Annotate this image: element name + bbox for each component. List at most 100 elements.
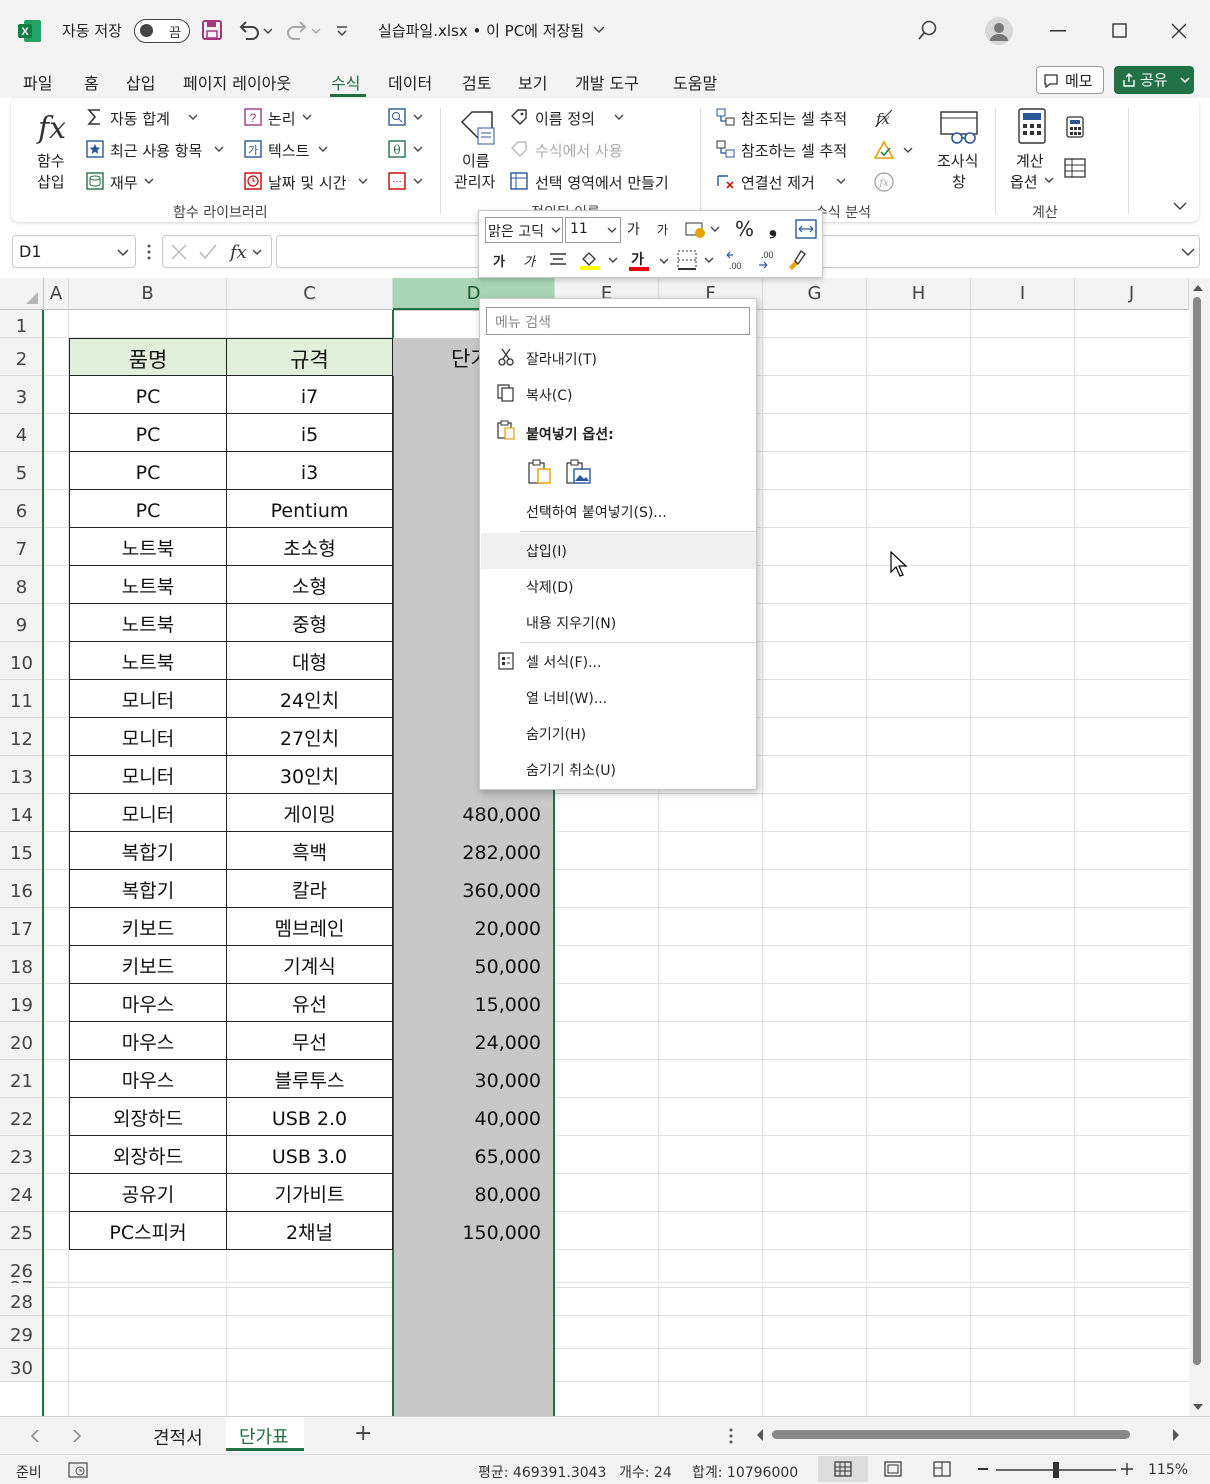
- row-header-12[interactable]: 12: [0, 718, 44, 756]
- expand-formula-icon[interactable]: [1181, 247, 1195, 257]
- table-cell[interactable]: 외장하드: [69, 1098, 227, 1136]
- calc-sheet-icon[interactable]: [1064, 158, 1086, 180]
- table-cell[interactable]: 모니터: [69, 794, 227, 832]
- sheet-tab-quote[interactable]: 견적서: [153, 1424, 203, 1450]
- table-cell[interactable]: 마우스: [69, 1060, 227, 1098]
- table-cell[interactable]: 360,000: [393, 870, 553, 908]
- row-header-8[interactable]: 8: [0, 566, 44, 604]
- tab-home[interactable]: 홈: [84, 70, 99, 94]
- table-cell[interactable]: i7: [227, 376, 393, 414]
- row-header-11[interactable]: 11: [0, 680, 44, 718]
- table-cell[interactable]: 무선: [227, 1022, 393, 1060]
- table-cell[interactable]: 모니터: [69, 680, 227, 718]
- row-header-6[interactable]: 6: [0, 490, 44, 528]
- table-cell[interactable]: PC스피커: [69, 1212, 227, 1250]
- text-button[interactable]: 텍스트: [268, 140, 309, 161]
- define-name-button[interactable]: 이름 정의: [535, 108, 595, 129]
- table-cell[interactable]: PC: [69, 414, 227, 452]
- row-header-28[interactable]: 28: [0, 1283, 44, 1316]
- enter-check-icon[interactable]: [199, 244, 217, 260]
- fill-color-icon[interactable]: [579, 249, 619, 271]
- zoom-slider-thumb[interactable]: [1053, 1462, 1059, 1478]
- table-cell[interactable]: 칼라: [227, 870, 393, 908]
- financial-button[interactable]: 재무: [110, 172, 138, 193]
- share-button[interactable]: 공유: [1114, 66, 1194, 94]
- column-header-i[interactable]: I: [971, 278, 1075, 310]
- table-cell[interactable]: 15,000: [393, 984, 553, 1022]
- prev-sheet-icon[interactable]: [30, 1429, 40, 1443]
- use-in-formula-button[interactable]: 수식에서 사용: [535, 140, 623, 161]
- insert-function-icon[interactable]: fx: [229, 240, 265, 264]
- row-header-29[interactable]: 29: [0, 1316, 44, 1349]
- row-header-13[interactable]: 13: [0, 756, 44, 794]
- bold-button[interactable]: 가: [493, 251, 505, 270]
- table-cell[interactable]: i5: [227, 414, 393, 452]
- logical-button[interactable]: 논리: [268, 108, 296, 129]
- format-painter-icon[interactable]: [785, 249, 807, 271]
- row-header-19[interactable]: 19: [0, 984, 44, 1022]
- table-cell[interactable]: 노트북: [69, 528, 227, 566]
- shrink-font-button[interactable]: 가: [657, 221, 668, 238]
- tab-help[interactable]: 도움말: [673, 70, 717, 94]
- chevron-down-icon[interactable]: [1044, 177, 1054, 185]
- save-icon[interactable]: [201, 19, 223, 41]
- table-cell[interactable]: 150,000: [393, 1212, 553, 1250]
- chevron-down-icon[interactable]: [144, 178, 154, 186]
- scroll-left-icon[interactable]: [755, 1428, 765, 1442]
- table-cell[interactable]: 27인치: [227, 718, 393, 756]
- row-header-18[interactable]: 18: [0, 946, 44, 984]
- tab-file[interactable]: 파일: [23, 70, 52, 94]
- page-layout-view-icon[interactable]: [884, 1461, 902, 1477]
- table-cell[interactable]: 40,000: [393, 1098, 553, 1136]
- maximize-icon[interactable]: [1112, 23, 1128, 39]
- sheet-tab-active[interactable]: 단가표: [226, 1417, 304, 1451]
- tab-review[interactable]: 검토: [462, 70, 491, 94]
- watch-window-label-1[interactable]: 조사식: [937, 150, 978, 171]
- lookup-icon[interactable]: [388, 108, 428, 126]
- minimize-icon[interactable]: [1050, 30, 1066, 32]
- table-cell[interactable]: PC: [69, 376, 227, 414]
- row-header-5[interactable]: 5: [0, 452, 44, 490]
- more-sheets-icon[interactable]: [728, 1428, 734, 1444]
- table-cell[interactable]: 30,000: [393, 1060, 553, 1098]
- table-header-cell[interactable]: 규격: [227, 338, 393, 376]
- autosave-toggle[interactable]: 끔: [134, 19, 190, 43]
- table-cell[interactable]: 24인치: [227, 680, 393, 718]
- page-break-view-icon[interactable]: [933, 1461, 951, 1477]
- chevron-down-icon[interactable]: [614, 114, 624, 122]
- table-cell[interactable]: 소형: [227, 566, 393, 604]
- accounting-format-icon[interactable]: [685, 221, 721, 239]
- menu-column-width[interactable]: 열 너비(W)...: [526, 688, 607, 708]
- column-header-h[interactable]: H: [867, 278, 971, 310]
- row-header-7[interactable]: 7: [0, 528, 44, 566]
- menu-hide[interactable]: 숨기기(H): [526, 724, 586, 744]
- table-cell[interactable]: 대형: [227, 642, 393, 680]
- paste-picture-icon[interactable]: [566, 459, 592, 485]
- table-cell[interactable]: 초소형: [227, 528, 393, 566]
- table-cell[interactable]: 흑백: [227, 832, 393, 870]
- scroll-up-icon[interactable]: [1192, 283, 1204, 293]
- remove-arrows-button[interactable]: 연결선 제거: [741, 172, 815, 193]
- table-cell[interactable]: USB 2.0: [227, 1098, 393, 1136]
- normal-view-button[interactable]: [818, 1456, 868, 1482]
- calc-options-label-1[interactable]: 계산: [1016, 150, 1044, 171]
- menu-copy[interactable]: 복사(C): [526, 385, 572, 405]
- row-header-14[interactable]: 14: [0, 794, 44, 832]
- table-cell[interactable]: 20,000: [393, 908, 553, 946]
- datetime-button[interactable]: 날짜 및 시간: [268, 172, 347, 193]
- chevron-down-icon[interactable]: [188, 114, 198, 122]
- table-cell[interactable]: 모니터: [69, 756, 227, 794]
- paste-default-icon[interactable]: [528, 459, 552, 485]
- create-from-selection-button[interactable]: 선택 영역에서 만들기: [535, 172, 669, 193]
- chevron-down-icon[interactable]: [214, 146, 224, 154]
- grow-font-button[interactable]: 가: [627, 219, 640, 239]
- borders-icon[interactable]: [677, 249, 717, 271]
- name-manager-label-1[interactable]: 이름: [462, 150, 490, 171]
- italic-button[interactable]: 가: [523, 251, 535, 270]
- menu-cut[interactable]: 잘라내기(T): [526, 349, 597, 369]
- menu-search-input[interactable]: 메뉴 검색: [486, 307, 750, 335]
- calc-options-label-2[interactable]: 옵션: [1010, 171, 1038, 192]
- chevron-down-icon[interactable]: [836, 178, 846, 186]
- watch-window-label-2[interactable]: 창: [952, 171, 966, 192]
- tab-insert[interactable]: 삽입: [126, 70, 155, 94]
